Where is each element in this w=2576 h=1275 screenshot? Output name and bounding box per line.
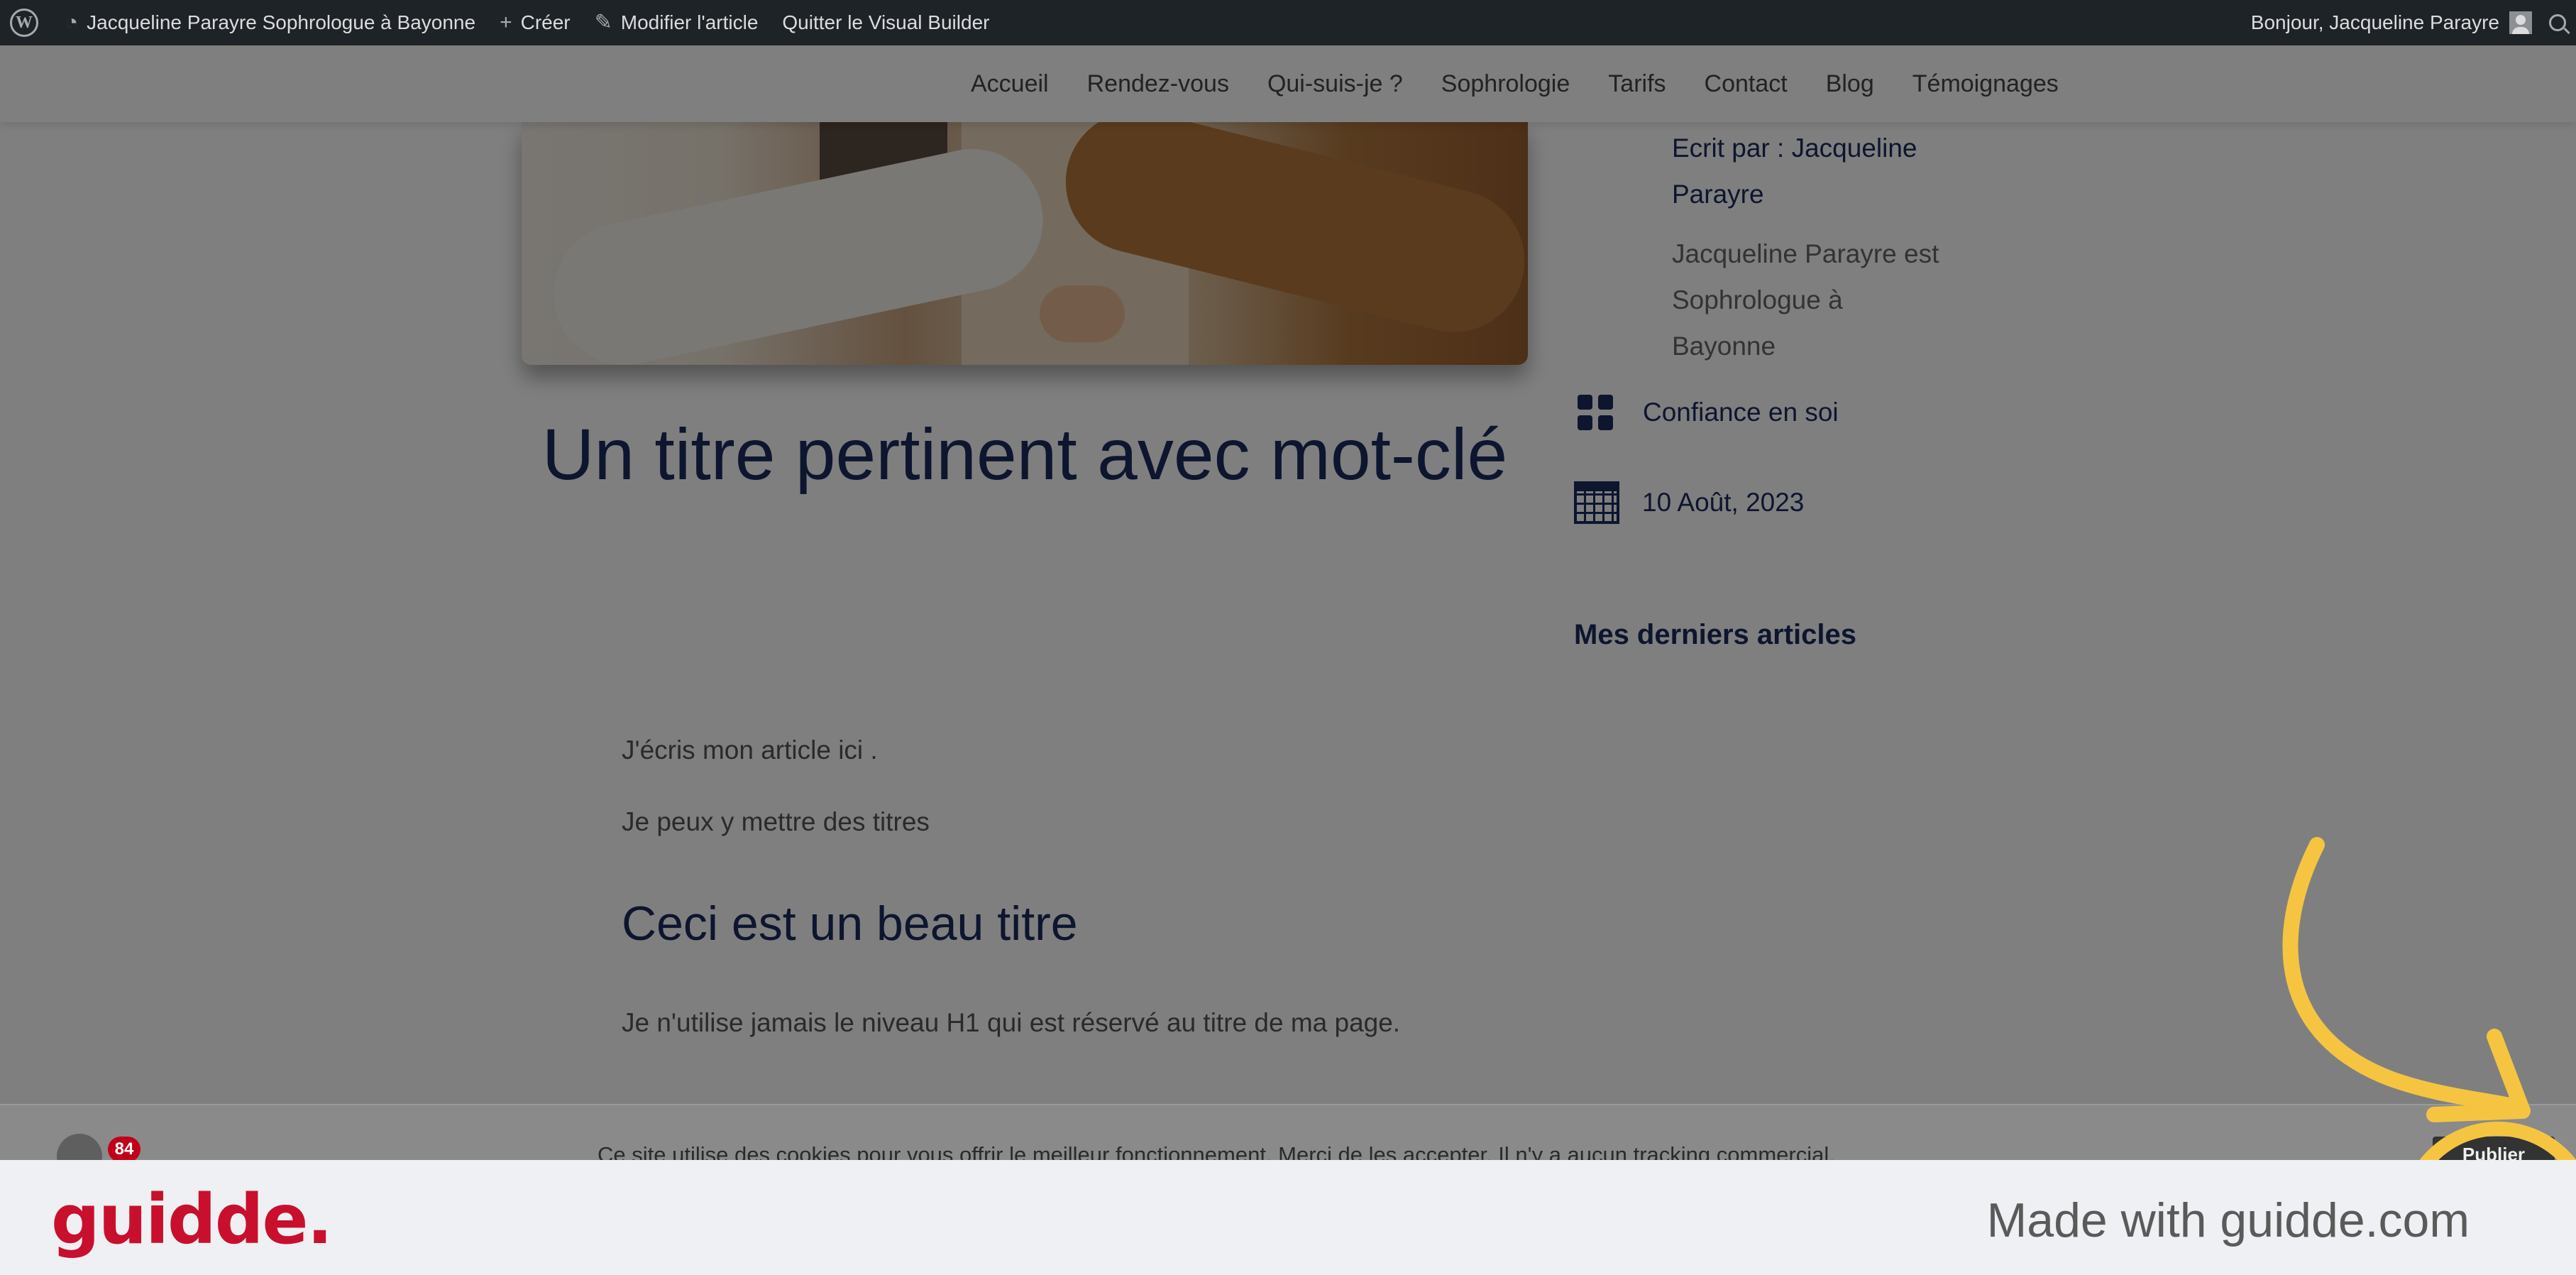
annotation-arrow-icon: [2282, 837, 2576, 1164]
guidde-logo[interactable]: guidde.: [51, 1180, 333, 1259]
search-icon[interactable]: [2549, 14, 2566, 31]
admin-edit-article-button[interactable]: ✎ Modifier l'article: [595, 11, 759, 34]
user-avatar-icon[interactable]: [2509, 11, 2532, 34]
notification-badge: 84: [108, 1137, 141, 1162]
pencil-icon: ✎: [594, 11, 612, 34]
wordpress-logo-icon[interactable]: W: [10, 9, 38, 37]
plus-icon: +: [500, 11, 512, 34]
admin-exit-visual-builder-button[interactable]: Quitter le Visual Builder: [782, 11, 989, 34]
admin-site-name[interactable]: ◔ Jacqueline Parayre Sophrologue à Bayon…: [65, 11, 475, 34]
admin-edit-label: Modifier l'article: [620, 11, 759, 33]
admin-create-button[interactable]: + Créer: [500, 11, 571, 34]
admin-site-name-label: Jacqueline Parayre Sophrologue à Bayonne: [87, 11, 476, 33]
admin-create-label: Créer: [520, 11, 571, 33]
made-with-guidde-text[interactable]: Made with guidde.com: [1987, 1193, 2470, 1248]
admin-bar: W ◔ Jacqueline Parayre Sophrologue à Bay…: [0, 0, 2576, 45]
dashboard-gauge-icon: ◔: [65, 11, 79, 34]
admin-exit-label: Quitter le Visual Builder: [782, 11, 990, 33]
admin-greeting[interactable]: Bonjour, Jacqueline Parayre: [2251, 11, 2499, 34]
guidde-footer: guidde. Made with guidde.com: [0, 1160, 2576, 1275]
dim-overlay: [0, 45, 2576, 1160]
